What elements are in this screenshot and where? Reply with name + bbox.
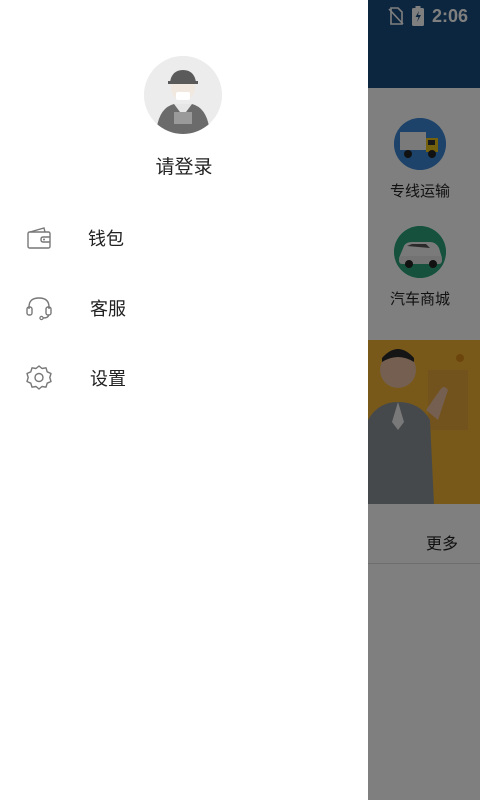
menu-item-settings[interactable]: 设置 xyxy=(0,348,368,408)
navigation-drawer: 请登录 钱包 客服 设置 xyxy=(0,0,368,800)
menu-label: 客服 xyxy=(90,299,126,320)
menu-item-customer-service[interactable]: 客服 xyxy=(0,278,368,338)
headset-icon xyxy=(24,293,54,323)
menu-label: 钱包 xyxy=(88,229,124,250)
avatar[interactable] xyxy=(144,56,222,134)
menu-label: 设置 xyxy=(90,369,126,390)
login-prompt[interactable]: 请登录 xyxy=(0,152,368,179)
wallet-icon xyxy=(24,223,54,253)
menu-item-wallet[interactable]: 钱包 xyxy=(0,208,368,268)
gear-icon xyxy=(24,363,54,393)
